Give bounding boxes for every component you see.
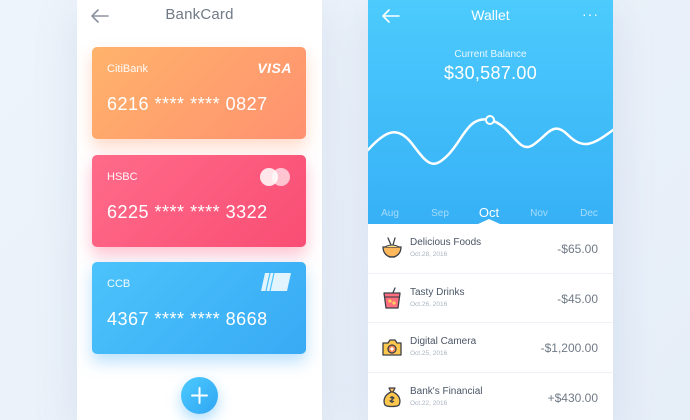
wallet-screen: Wallet ··· Current Balance $30,587.00 Au… <box>368 0 613 420</box>
money-bag-icon <box>383 386 401 407</box>
card-number: 6216 **** **** 0827 <box>107 94 268 114</box>
transaction-amount: -$65.00 <box>557 242 598 256</box>
card-bank-name: CitiBank <box>107 63 148 75</box>
transaction-date: Oct.25, 2016 <box>410 350 448 357</box>
plus-icon <box>191 387 208 404</box>
transaction-name: Digital Camera <box>410 336 477 347</box>
month-tab-dec[interactable]: Dec <box>580 208 598 219</box>
card-chip-logo <box>261 273 291 291</box>
page-title: Wallet <box>471 7 510 23</box>
transaction-date: Oct.22, 2016 <box>410 399 448 407</box>
month-tab-nov[interactable]: Nov <box>530 208 548 219</box>
bankcard-screen: BankCard CitiBank VISA 6216 **** **** 08… <box>77 0 322 420</box>
bank-card-citibank[interactable]: CitiBank VISA 6216 **** **** 0827 <box>92 47 306 139</box>
transaction-row[interactable]: Digital Camera Oct.25, 2016 -$1,200.00 <box>368 323 613 373</box>
transaction-amount: -$45.00 <box>557 291 598 306</box>
transaction-row[interactable]: Delicious Foods Oct.28, 2016 -$65.00 <box>368 224 613 274</box>
transaction-name: Bank's Financial <box>410 385 483 397</box>
noodle-bowl-icon <box>382 237 402 258</box>
card-bank-name: CCB <box>107 278 131 290</box>
transaction-name: Tasty Drinks <box>410 286 465 298</box>
mastercard-logo <box>260 168 290 186</box>
balance-trend-line <box>368 115 613 165</box>
bank-card-hsbc[interactable]: HSBC 6225 **** **** 3322 <box>92 155 306 247</box>
transaction-row[interactable]: Tasty Drinks Oct.26, 2016 -$45.00 <box>368 274 613 323</box>
card-number: 4367 **** **** 8668 <box>107 309 268 329</box>
trend-point-marker <box>485 115 495 125</box>
bank-card-ccb[interactable]: CCB 4367 **** **** 8668 <box>92 262 306 354</box>
drink-cup-icon <box>383 286 401 309</box>
transaction-amount: -$1,200.00 <box>540 341 598 355</box>
add-card-button[interactable] <box>181 377 218 414</box>
visa-logo: VISA <box>257 60 292 76</box>
transaction-row[interactable]: Bank's Financial Oct.22, 2016 +$430.00 <box>368 373 613 420</box>
page-title: BankCard <box>165 6 234 23</box>
more-options-icon[interactable]: ··· <box>582 6 599 22</box>
transaction-date: Oct.28, 2016 <box>410 251 448 258</box>
transaction-date: Oct.26, 2016 <box>410 300 448 308</box>
balance-label: Current Balance <box>454 49 527 60</box>
bankcard-header: BankCard <box>77 0 322 34</box>
month-tab-aug[interactable]: Aug <box>381 208 399 219</box>
camera-icon <box>382 339 402 356</box>
transaction-list: Delicious Foods Oct.28, 2016 -$65.00 Tas… <box>368 224 613 420</box>
card-number: 6225 **** **** 3322 <box>107 202 268 222</box>
transaction-amount: +$430.00 <box>547 390 598 405</box>
month-tab-oct[interactable]: Oct <box>479 205 499 220</box>
transaction-name: Delicious Foods <box>410 237 482 248</box>
month-tab-sep[interactable]: Sep <box>431 208 449 219</box>
wallet-header-panel: Wallet ··· Current Balance $30,587.00 Au… <box>368 0 613 224</box>
balance-value: $30,587.00 <box>443 63 538 83</box>
card-bank-name: HSBC <box>107 171 138 183</box>
